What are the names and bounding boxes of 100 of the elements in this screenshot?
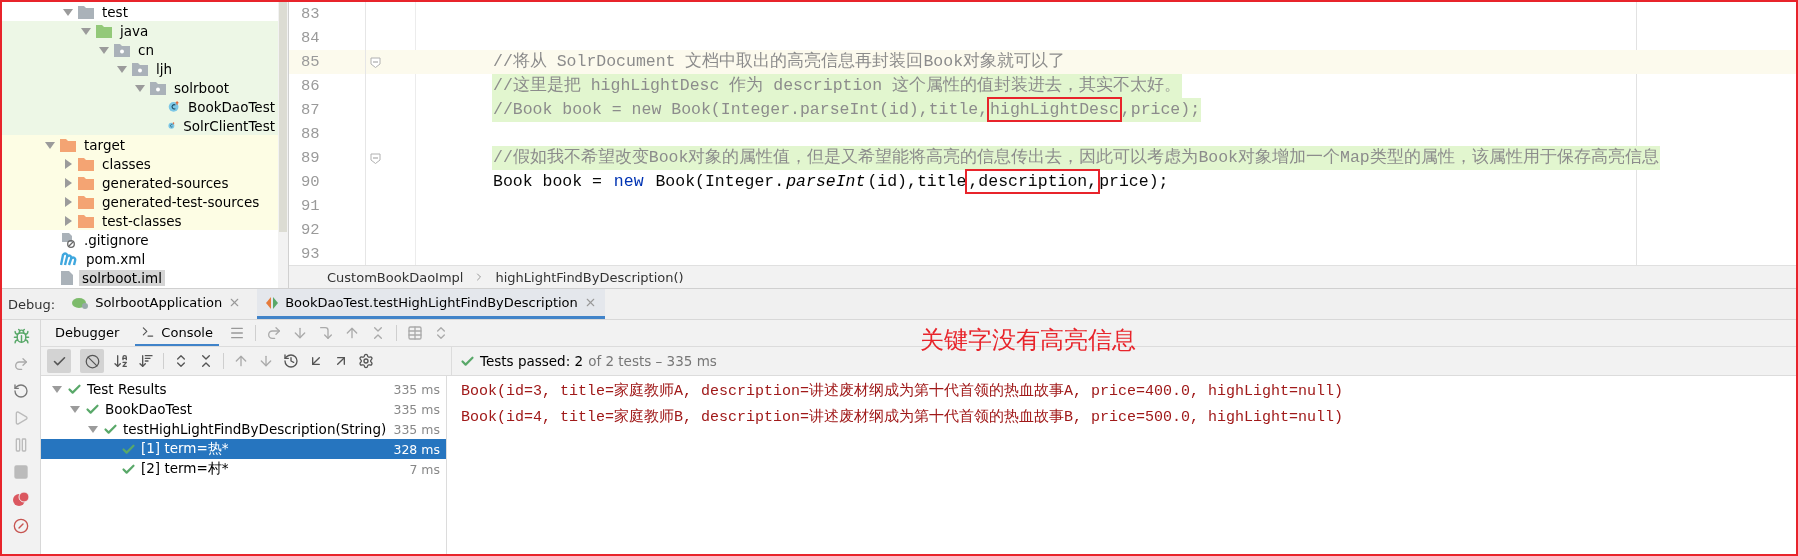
line-number: 85 (289, 50, 365, 74)
pause-icon[interactable] (13, 437, 29, 453)
test-duration: 7 ms (409, 461, 440, 477)
test-duration: 335 ms (393, 381, 440, 397)
test-name: [2] term=村* (141, 460, 229, 478)
breadcrumb-item[interactable]: CustomBookDaoImpl (327, 269, 464, 285)
tree-row[interactable]: solrboot (2, 78, 278, 97)
previous-icon[interactable] (233, 353, 249, 369)
panel-title: Debug: (8, 296, 56, 312)
tree-row[interactable]: java (2, 21, 278, 40)
tree-item[interactable]: generated-test-sources (99, 193, 263, 210)
folder-icon (78, 213, 94, 228)
console-icon (141, 325, 156, 339)
tree-row[interactable]: cn (2, 40, 278, 59)
tree-item[interactable]: SolrClientTest (180, 117, 278, 134)
tree-row[interactable]: test-classes (2, 211, 278, 230)
bug-icon[interactable] (12, 328, 30, 345)
status-detail: of 2 tests – 335 ms (588, 353, 717, 369)
code-line: //将从 SolrDocument 文档中取出的高亮信息再封装回Book对象就可以了 (492, 50, 1067, 73)
tree-row[interactable]: BookDaoTest (2, 97, 278, 116)
tree-item[interactable]: cn (135, 41, 157, 58)
test-row[interactable]: testHighLightFindByDescription(String) 335 ms (41, 419, 446, 439)
test-name: testHighLightFindByDescription(String) (123, 421, 387, 437)
breakpoints-icon[interactable] (12, 491, 30, 507)
test-duration: 335 ms (393, 401, 440, 417)
expanded-arrow-icon[interactable] (135, 82, 145, 93)
expanded-arrow-icon[interactable] (70, 404, 80, 414)
package-icon (132, 61, 148, 76)
tree-item[interactable]: test (99, 3, 131, 20)
tree-item[interactable]: target (81, 136, 129, 153)
expanded-arrow-icon[interactable] (99, 44, 109, 55)
tree-item[interactable]: .gitignore (81, 231, 152, 248)
ignored-file-icon (60, 231, 76, 248)
step-over-icon[interactable] (265, 325, 282, 341)
next-icon[interactable] (258, 353, 274, 369)
tree-row[interactable]: generated-sources (2, 173, 278, 192)
tree-row[interactable]: target (2, 135, 278, 154)
status-summary: Tests passed: 2 (480, 353, 584, 369)
expanded-arrow-icon[interactable] (63, 6, 73, 17)
tree-item[interactable]: BookDaoTest (184, 98, 278, 115)
stop-icon[interactable] (13, 464, 29, 480)
tree-item[interactable]: solrboot.iml (79, 269, 165, 286)
expanded-arrow-icon[interactable] (88, 424, 98, 434)
restore-icon[interactable] (13, 383, 29, 399)
test-row[interactable]: [1] term=热* 328 ms (41, 439, 446, 459)
menu-icon[interactable] (228, 325, 245, 341)
expanded-arrow-icon[interactable] (45, 139, 55, 150)
console-line: Book(id=4, title=家庭教师B, description=讲述废材纲成为第十代首领的热血故事B, price=500.0, highLight=null) (461, 407, 1345, 427)
tree-row[interactable]: classes (2, 154, 278, 173)
fold-marker-icon[interactable] (370, 152, 381, 164)
expanded-arrow-icon[interactable] (81, 25, 91, 36)
folder-icon (60, 137, 76, 152)
force-step-into-icon[interactable] (317, 325, 334, 341)
tree-item[interactable]: test-classes (99, 212, 185, 229)
tree-row[interactable]: SolrClientTest (2, 116, 278, 135)
test-row[interactable]: Test Results 335 ms (41, 379, 446, 399)
scrollbar[interactable] (278, 2, 288, 288)
settings-icon[interactable] (358, 353, 374, 369)
annotation-text: 关键字没有高亮信息 (920, 325, 1136, 356)
tree-item[interactable]: pom.xml (83, 250, 149, 267)
folder-icon (78, 194, 94, 209)
history-icon[interactable] (283, 353, 299, 369)
table-icon[interactable] (406, 325, 423, 341)
folder-icon (78, 175, 94, 190)
breadcrumb-item[interactable]: highLightFindByDescription() (495, 269, 684, 285)
sort-alphabetically-icon[interactable] (113, 353, 129, 369)
tree-row[interactable]: ljh (2, 59, 278, 78)
folder-icon (96, 23, 112, 38)
code-line: Book book = new Book(Integer.parseInt(id),title,description,price); (492, 170, 1170, 194)
test-name: BookDaoTest (105, 401, 193, 417)
session-tab[interactable]: BookDaoTest.testHighLightFindByDescription (257, 289, 605, 319)
test-row[interactable]: [2] term=村* 7 ms (41, 459, 446, 479)
collapsed-arrow-icon[interactable] (63, 177, 73, 188)
tree-item[interactable]: classes (99, 155, 154, 172)
package-icon (150, 80, 166, 95)
class-icon (168, 98, 180, 115)
collapsed-arrow-icon[interactable] (63, 215, 73, 226)
resume-icon[interactable] (13, 410, 29, 426)
session-tab[interactable]: SolrbootApplication (63, 289, 250, 319)
tree-item[interactable]: solrboot (171, 79, 232, 96)
expanded-arrow-icon[interactable] (117, 63, 127, 74)
collapsed-arrow-icon[interactable] (63, 196, 73, 207)
show-passed-button[interactable] (47, 349, 71, 373)
mute-breakpoints-icon[interactable] (13, 518, 29, 534)
show-ignored-button[interactable] (80, 349, 104, 373)
collapsed-arrow-icon[interactable] (63, 158, 73, 169)
tree-item[interactable]: ljh (153, 60, 176, 77)
tree-item[interactable]: generated-sources (99, 174, 232, 191)
tree-item[interactable]: java (117, 22, 152, 39)
expanded-arrow-icon[interactable] (52, 384, 62, 394)
test-duration: 328 ms (393, 441, 440, 457)
panel-tab[interactable]: Debugger (49, 320, 126, 346)
test-row[interactable]: BookDaoTest 335 ms (41, 399, 446, 419)
fold-marker-icon[interactable] (370, 56, 381, 68)
diamond-icon (265, 295, 280, 310)
test-duration: 335 ms (393, 421, 440, 437)
tree-row[interactable]: generated-test-sources (2, 192, 278, 211)
package-icon (114, 42, 130, 57)
sort-by-duration-icon[interactable] (138, 353, 154, 369)
rerun-icon[interactable] (13, 356, 29, 372)
